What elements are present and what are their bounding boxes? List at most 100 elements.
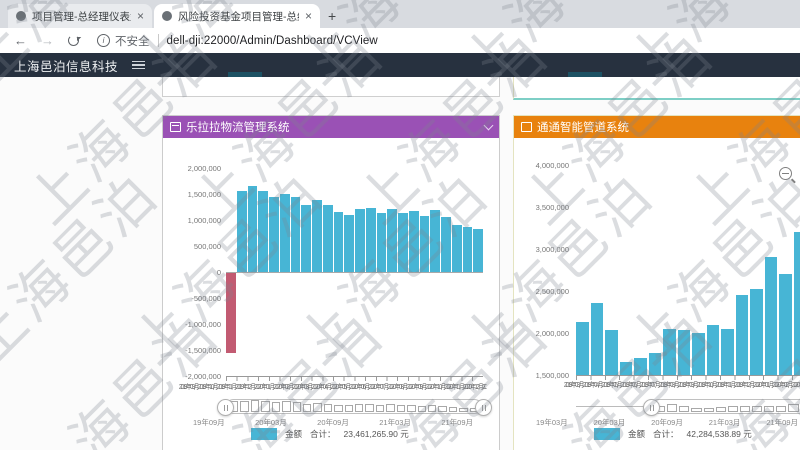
bar[interactable] [409, 211, 419, 272]
navigator-minibar[interactable] [376, 405, 384, 412]
bar[interactable] [591, 303, 604, 375]
bar[interactable] [258, 191, 268, 272]
bar[interactable] [323, 205, 333, 272]
close-icon[interactable]: × [305, 11, 312, 21]
navigator-minibar[interactable] [355, 404, 363, 412]
browser-tab-2[interactable]: 风险投资基金项目管理-总经理仪 × [154, 4, 320, 28]
bar[interactable] [473, 229, 483, 272]
navigator-minibar[interactable] [728, 406, 738, 412]
navigator-minibar[interactable] [272, 402, 280, 412]
navigator-minibar[interactable] [428, 405, 436, 413]
bar[interactable] [334, 212, 344, 272]
bar[interactable] [794, 232, 800, 375]
navigator-minibar[interactable] [740, 406, 750, 412]
bar[interactable] [678, 330, 691, 375]
navigator-minibar[interactable] [459, 408, 467, 412]
navigator-minibar[interactable] [251, 400, 259, 412]
navigator-minibar[interactable] [293, 402, 301, 412]
navigator-minibar[interactable] [776, 406, 786, 412]
plot-area [576, 165, 800, 375]
y-tick-label: -1,000,000 [185, 320, 221, 329]
bar[interactable] [398, 213, 408, 272]
bar[interactable] [765, 257, 778, 375]
bar[interactable] [707, 325, 720, 375]
navigator-minibar[interactable] [334, 405, 342, 412]
navigator-minibar[interactable] [691, 408, 701, 412]
url-text[interactable]: dell-dji:22000/Admin/Dashboard/VCView [167, 35, 378, 47]
close-icon[interactable]: × [137, 11, 144, 21]
bar[interactable] [420, 216, 430, 272]
new-tab-button[interactable]: + [328, 8, 336, 24]
slider-track-line[interactable] [576, 406, 651, 407]
bar[interactable] [721, 329, 734, 375]
bar[interactable] [237, 191, 247, 272]
bar[interactable] [736, 295, 749, 375]
navigator-minibar[interactable] [407, 405, 415, 412]
legend-label[interactable]: 金额 [285, 428, 302, 440]
bar[interactable] [280, 194, 290, 272]
slider-handle-right[interactable] [475, 399, 492, 416]
bar[interactable] [430, 210, 440, 272]
bar[interactable] [441, 217, 451, 272]
navigator-minibar[interactable] [667, 404, 677, 412]
navigator-minibar[interactable] [764, 406, 774, 412]
bar[interactable] [312, 200, 322, 272]
bar[interactable] [344, 215, 354, 272]
bar[interactable] [377, 213, 387, 272]
legend-swatch[interactable] [594, 428, 620, 440]
bar[interactable] [663, 329, 676, 375]
navigator-minibar[interactable] [303, 404, 311, 412]
menu-icon[interactable] [132, 61, 145, 70]
bar[interactable] [269, 197, 279, 272]
bar[interactable] [620, 362, 633, 375]
data-zoom-slider[interactable] [226, 399, 482, 414]
forward-icon[interactable]: → [41, 33, 54, 48]
bar[interactable] [226, 272, 236, 353]
bar[interactable] [605, 330, 618, 375]
reload-icon[interactable] [68, 35, 79, 46]
bar[interactable] [576, 322, 589, 375]
bar[interactable] [634, 358, 647, 375]
navigator-minibar[interactable] [261, 401, 269, 412]
navigator-minibar[interactable] [282, 401, 290, 412]
legend-swatch[interactable] [251, 428, 277, 440]
navigator-minibar[interactable] [788, 404, 798, 412]
slider-handle-left[interactable] [643, 399, 660, 416]
browser-tab-1[interactable]: 项目管理-总经理仪表盘 × [8, 4, 152, 28]
bar[interactable] [387, 209, 397, 272]
data-zoom-slider[interactable] [651, 399, 800, 414]
navigator-minibar[interactable] [679, 406, 689, 412]
navigator-minibar[interactable] [313, 403, 321, 412]
navigator-minibar[interactable] [752, 406, 762, 412]
navigator-minibar[interactable] [240, 401, 248, 412]
info-icon[interactable]: i [97, 34, 110, 47]
url-divider [158, 34, 159, 47]
slider-tick-label: 20年09月 [317, 417, 349, 428]
bar[interactable] [779, 274, 792, 375]
navigator-minibar[interactable] [324, 404, 332, 412]
bar[interactable] [452, 225, 462, 272]
x-axis-tick-labels: 2019年03月2019年04月2019年05月2019年06月2019年07月… [564, 380, 800, 390]
navigator-minibar[interactable] [438, 406, 446, 412]
navigator-minibar[interactable] [704, 408, 714, 412]
bar[interactable] [750, 289, 763, 375]
bar[interactable] [301, 205, 311, 272]
bar[interactable] [463, 227, 473, 272]
bar[interactable] [366, 208, 376, 272]
y-axis-labels: 4,000,0003,500,0003,000,0002,500,0002,00… [514, 165, 569, 375]
navigator-minibar[interactable] [345, 405, 353, 412]
navigator-minibar[interactable] [386, 404, 394, 412]
back-icon[interactable]: ← [14, 33, 27, 48]
navigator-minibar[interactable] [716, 407, 726, 412]
bar[interactable] [355, 209, 365, 272]
legend-label[interactable]: 金额 [628, 428, 645, 440]
slider-handle-left[interactable] [217, 399, 234, 416]
bar[interactable] [692, 333, 705, 375]
navigator-minibar[interactable] [449, 407, 457, 412]
navigator-minibar[interactable] [365, 404, 373, 412]
bar[interactable] [291, 197, 301, 272]
navigator-minibar[interactable] [397, 405, 405, 412]
navigator-minibar[interactable] [418, 406, 426, 412]
bar[interactable] [248, 186, 258, 272]
bar[interactable] [649, 353, 662, 375]
